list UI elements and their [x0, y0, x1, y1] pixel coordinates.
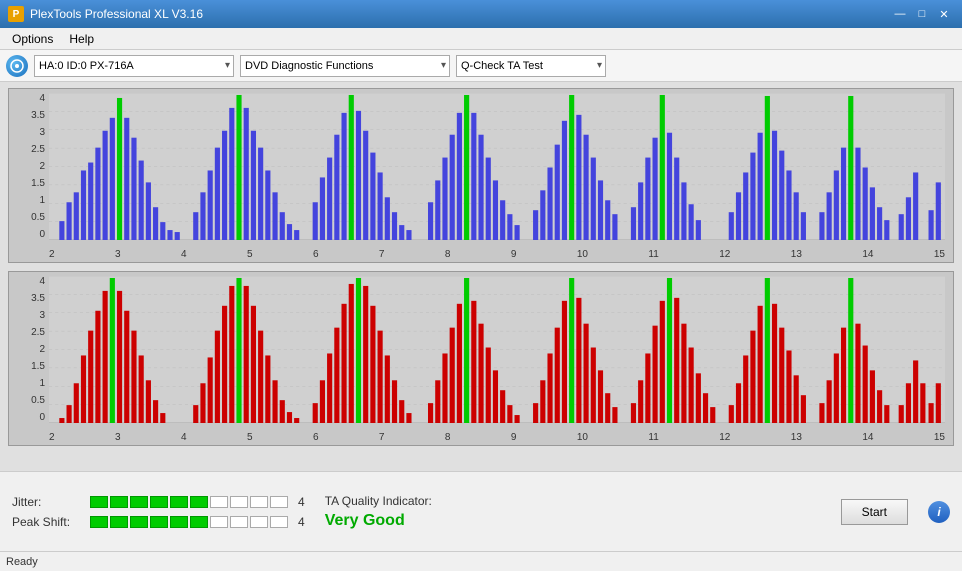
- metrics-section: Jitter: 4 Peak Shift:: [12, 495, 305, 529]
- main-content: 4 3.5 3 2.5 2 1.5 1 0.5 0: [0, 82, 962, 551]
- minimize-button[interactable]: —: [890, 4, 910, 24]
- info-button[interactable]: i: [928, 501, 950, 523]
- maximize-button[interactable]: □: [912, 4, 932, 24]
- app-icon: P: [8, 6, 24, 22]
- bottom-chart: 4 3.5 3 2.5 2 1.5 1 0.5 0: [8, 271, 954, 446]
- jitter-label: Jitter:: [12, 495, 82, 509]
- top-chart-y-axis: 4 3.5 3 2.5 2 1.5 1 0.5 0: [13, 93, 47, 240]
- window-title: PlexTools Professional XL V3.16: [30, 7, 888, 21]
- bottom-chart-y-axis: 4 3.5 3 2.5 2 1.5 1 0.5 0: [13, 276, 47, 423]
- bottom-chart-svg: [49, 276, 945, 423]
- drive-select-wrapper[interactable]: HA:0 ID:0 PX-716A: [34, 55, 234, 77]
- peak-shift-seg-10: [270, 516, 288, 528]
- charts-wrapper: 4 3.5 3 2.5 2 1.5 1 0.5 0: [0, 82, 962, 471]
- drive-select[interactable]: HA:0 ID:0 PX-716A: [34, 55, 234, 77]
- menu-bar: Options Help: [0, 28, 962, 50]
- peak-shift-seg-9: [250, 516, 268, 528]
- test-select[interactable]: Q-Check TA Test: [456, 55, 606, 77]
- ta-quality-label: TA Quality Indicator:: [325, 494, 432, 508]
- jitter-seg-3: [130, 496, 148, 508]
- jitter-seg-5: [170, 496, 188, 508]
- status-bar: Ready: [0, 551, 962, 571]
- peak-shift-seg-6: [190, 516, 208, 528]
- jitter-seg-1: [90, 496, 108, 508]
- function-select-wrapper[interactable]: DVD Diagnostic Functions: [240, 55, 450, 77]
- jitter-seg-7: [210, 496, 228, 508]
- test-select-wrapper[interactable]: Q-Check TA Test: [456, 55, 606, 77]
- app-logo-icon: [6, 55, 28, 77]
- function-select[interactable]: DVD Diagnostic Functions: [240, 55, 450, 77]
- jitter-value: 4: [298, 495, 305, 509]
- toolbar: HA:0 ID:0 PX-716A DVD Diagnostic Functio…: [0, 50, 962, 82]
- peak-shift-seg-4: [150, 516, 168, 528]
- start-button[interactable]: Start: [841, 499, 908, 525]
- peak-shift-seg-3: [130, 516, 148, 528]
- ta-quality-section: TA Quality Indicator: Very Good: [325, 494, 432, 530]
- peak-shift-seg-1: [90, 516, 108, 528]
- bottom-chart-inner: [49, 276, 945, 423]
- peak-shift-seg-5: [170, 516, 188, 528]
- peak-shift-seg-7: [210, 516, 228, 528]
- jitter-seg-6: [190, 496, 208, 508]
- jitter-progress-bar: [90, 496, 288, 508]
- jitter-seg-2: [110, 496, 128, 508]
- jitter-seg-10: [270, 496, 288, 508]
- top-chart-svg: [49, 93, 945, 240]
- menu-help[interactable]: Help: [61, 30, 102, 48]
- peak-shift-label: Peak Shift:: [12, 515, 82, 529]
- peak-shift-value: 4: [298, 515, 305, 529]
- peak-shift-progress-bar: [90, 516, 288, 528]
- peak-shift-seg-2: [110, 516, 128, 528]
- close-button[interactable]: ✕: [934, 4, 954, 24]
- menu-options[interactable]: Options: [4, 30, 61, 48]
- top-chart: 4 3.5 3 2.5 2 1.5 1 0.5 0: [8, 88, 954, 263]
- jitter-seg-4: [150, 496, 168, 508]
- peak-shift-row: Peak Shift: 4: [12, 515, 305, 529]
- status-text: Ready: [6, 556, 38, 568]
- title-bar: P PlexTools Professional XL V3.16 — □ ✕: [0, 0, 962, 28]
- top-chart-x-axis: 2 3 4 5 6 7 8 9 10 11 12 13 14 15: [49, 249, 945, 260]
- jitter-seg-9: [250, 496, 268, 508]
- top-chart-inner: [49, 93, 945, 240]
- jitter-seg-8: [230, 496, 248, 508]
- bottom-panel: Jitter: 4 Peak Shift:: [0, 471, 962, 551]
- peak-shift-seg-8: [230, 516, 248, 528]
- jitter-row: Jitter: 4: [12, 495, 305, 509]
- ta-quality-value: Very Good: [325, 512, 432, 530]
- bottom-chart-x-axis: 2 3 4 5 6 7 8 9 10 11 12 13 14 15: [49, 432, 945, 443]
